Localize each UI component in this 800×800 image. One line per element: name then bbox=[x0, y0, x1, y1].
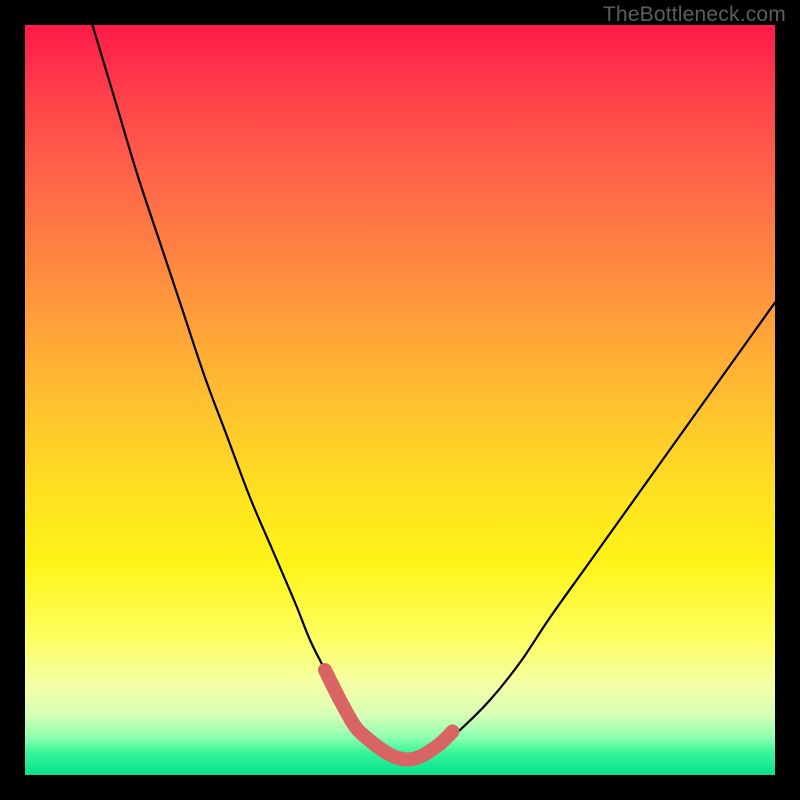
chart-frame: TheBottleneck.com bbox=[0, 0, 800, 800]
watermark-text: TheBottleneck.com bbox=[603, 3, 786, 27]
bottleneck-curve bbox=[93, 25, 776, 760]
curve-layer bbox=[25, 25, 775, 775]
low-bottleneck-highlight bbox=[325, 670, 453, 760]
plot-area bbox=[25, 25, 775, 775]
